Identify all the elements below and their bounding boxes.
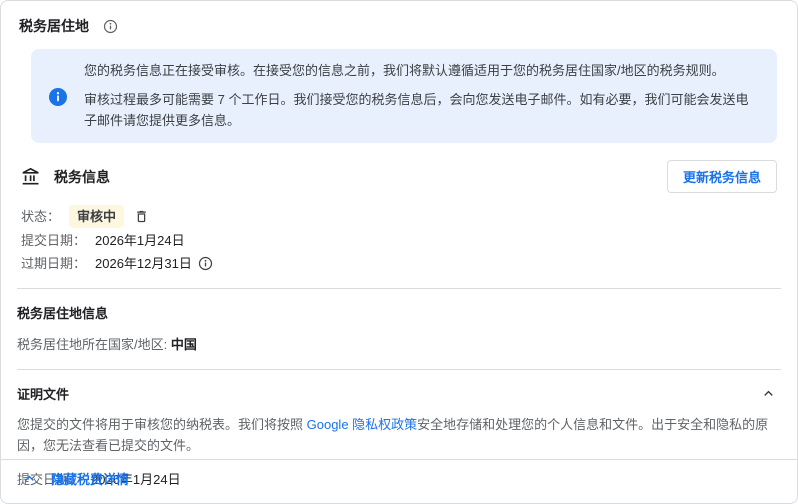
documents-description: 您提交的文件将用于审核您的纳税表。我们将按照 Google 隐私权政策安全地存储… (17, 414, 777, 456)
info-icon[interactable] (198, 256, 213, 271)
status-label: 状态： (21, 209, 61, 224)
documents-heading: 证明文件 (17, 387, 70, 402)
review-info-banner: 您的税务信息正在接受审核。在接受您的信息之前，我们将默认遵循适用于您的税务居住国… (31, 49, 777, 143)
chevron-up-icon[interactable] (760, 385, 777, 402)
status-badge: 审核中 (69, 205, 125, 228)
status-row: 状态： 审核中 (21, 205, 777, 228)
tax-info-header: 税务信息 更新税务信息 (1, 143, 797, 205)
banner-line-2: 审核过程最多可能需要 7 个工作日。我们接受您的税务信息后，会向您发送电子邮件。… (84, 92, 749, 128)
banner-text: 您的税务信息正在接受审核。在接受您的信息之前，我们将默认遵循适用于您的税务居住国… (84, 60, 759, 131)
info-filled-icon (49, 62, 67, 131)
hide-tax-details-label: 隐藏税费详情 (51, 472, 130, 487)
documents-desc-text: 您提交的文件将用于审核您的纳税表。我们将按照 (17, 417, 307, 432)
expiry-date-label: 过期日期： (21, 256, 87, 271)
submit-date-row: 提交日期： 2026年1月24日 (21, 230, 777, 251)
expiry-date-row: 过期日期： 2026年12月31日 (21, 253, 777, 274)
bank-icon (21, 167, 41, 187)
submit-date-label: 提交日期： (21, 233, 87, 248)
documents-header: 证明文件 (17, 384, 777, 403)
trash-icon (134, 209, 149, 224)
residence-info-heading: 税务居住地信息 (17, 306, 109, 321)
page-title-row: 税务居住地 (1, 1, 797, 42)
privacy-policy-link[interactable]: Google 隐私权政策 (307, 417, 418, 432)
footer: 隐藏税费详情 (1, 459, 797, 503)
tax-info-rows: 状态： 审核中 提交日期： 2026年1月24日 过期日期： 2026年12月3… (1, 205, 797, 274)
hide-tax-details-toggle[interactable]: 隐藏税费详情 (21, 469, 129, 488)
banner-line-1: 您的税务信息正在接受审核。在接受您的信息之前，我们将默认遵循适用于您的税务居住国… (84, 63, 725, 78)
page-title: 税务居住地 (19, 18, 89, 34)
residence-info-section: 税务居住地信息 税务居住地所在国家/地区: 中国 (1, 289, 797, 355)
info-icon[interactable] (103, 19, 118, 34)
submit-date-value: 2026年1月24日 (95, 233, 185, 248)
residence-country-label: 税务居住地所在国家/地区: (17, 337, 168, 352)
delete-tax-info-button[interactable] (134, 209, 149, 224)
expiry-date-value: 2026年12月31日 (95, 256, 192, 271)
chevron-up-icon (21, 470, 38, 487)
tax-info-title: 税务信息 (54, 168, 110, 185)
tax-residence-panel: 税务居住地 您的税务信息正在接受审核。在接受您的信息之前，我们将默认遵循适用于您… (0, 0, 798, 504)
residence-country-row: 税务居住地所在国家/地区: 中国 (17, 334, 777, 355)
residence-country-value: 中国 (170, 337, 197, 352)
update-tax-info-button[interactable]: 更新税务信息 (666, 160, 777, 193)
